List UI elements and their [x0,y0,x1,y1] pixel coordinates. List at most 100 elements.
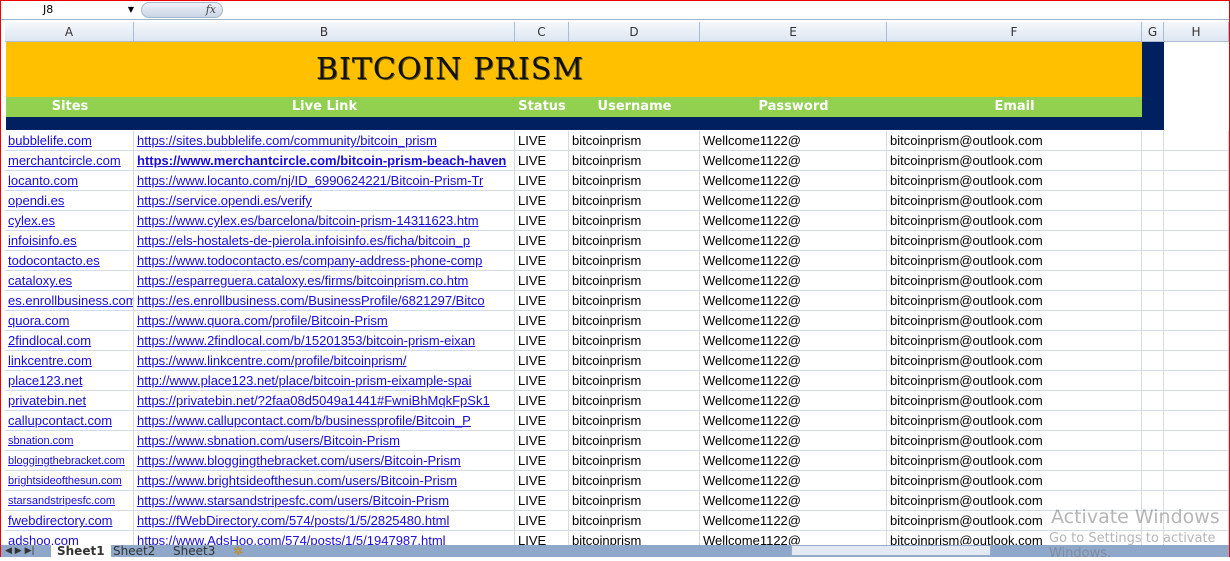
live-link[interactable]: https://sites.bubblelife.com/community/b… [134,131,515,151]
live-link[interactable]: http://www.place123.net/place/bitcoin-pr… [134,371,515,391]
live-link[interactable]: https://es.enrollbusiness.com/BusinessPr… [134,291,515,311]
site-link[interactable]: bloggingthebracket.com [5,451,134,471]
live-link[interactable]: https://www.merchantcircle.com/bitcoin-p… [134,151,515,171]
site-link[interactable]: callupcontact.com [5,411,134,431]
site-link[interactable]: infoisinfo.es [5,231,134,251]
table-row: cataloxy.es https://esparreguera.cataloxy… [5,271,1229,291]
site-link[interactable]: starsandstripesfc.com [5,491,134,511]
cell [1142,331,1164,351]
cell [1142,271,1164,291]
site-link[interactable]: opendi.es [5,191,134,211]
table-row: bubblelife.com https://sites.bubblelife.c… [5,131,1229,151]
username: bitcoinprism [569,291,700,311]
site-link[interactable]: locanto.com [5,171,134,191]
site-link[interactable]: quora.com [5,311,134,331]
live-link[interactable]: https://www.todocontacto.es/company-addr… [134,251,515,271]
status: LIVE [515,291,569,311]
site-link[interactable]: linkcentre.com [5,351,134,371]
column-header-d[interactable]: D [569,22,700,42]
cell [1142,131,1164,151]
username: bitcoinprism [569,231,700,251]
site-link[interactable]: todocontacto.es [5,251,134,271]
status: LIVE [515,331,569,351]
tab-scroll-icons[interactable]: ◀ ▶ ▶| [5,545,35,557]
password: Wellcome1122@ [700,371,887,391]
live-link[interactable]: https://esparreguera.cataloxy.es/firms/b… [134,271,515,291]
table-row: quora.com https://www.quora.com/profile/B… [5,311,1229,331]
column-header-g[interactable]: G [1142,22,1164,42]
email: bitcoinprism@outlook.com [887,251,1142,271]
live-link[interactable]: https://service.opendi.es/verify [134,191,515,211]
status: LIVE [515,411,569,431]
table-row: 2findlocal.com https://www.2findlocal.com… [5,331,1229,351]
column-header-h[interactable]: H [1164,22,1229,42]
site-link[interactable]: bubblelife.com [5,131,134,151]
live-link[interactable]: https://www.sbnation.com/users/Bitcoin-P… [134,431,515,451]
live-link[interactable]: https://www.locanto.com/nj/ID_6990624221… [134,171,515,191]
cell [1164,371,1229,391]
status: LIVE [515,351,569,371]
live-link[interactable]: https://www.quora.com/profile/Bitcoin-Pr… [134,311,515,331]
status: LIVE [515,491,569,511]
insert-sheet-icon[interactable]: ✲ [233,545,243,557]
dropdown-icon[interactable]: ▼ [128,2,134,18]
site-link[interactable]: brightsideofthesun.com [5,471,134,491]
email: bitcoinprism@outlook.com [887,271,1142,291]
live-link[interactable]: https://www.cylex.es/barcelona/bitcoin-p… [134,211,515,231]
status: LIVE [515,471,569,491]
name-box[interactable]: J8 ▼ [3,2,137,18]
site-link[interactable]: privatebin.net [5,391,134,411]
password: Wellcome1122@ [700,451,887,471]
live-link[interactable]: https://www.linkcentre.com/profile/bitco… [134,351,515,371]
email: bitcoinprism@outlook.com [887,231,1142,251]
email: bitcoinprism@outlook.com [887,171,1142,191]
column-header-f[interactable]: F [887,22,1142,42]
username: bitcoinprism [569,191,700,211]
site-link[interactable]: place123.net [5,371,134,391]
title-banner[interactable]: BITCOIN PRISM [6,42,1142,97]
insert-function-button[interactable]: fx [141,2,223,18]
username: bitcoinprism [569,371,700,391]
column-header-e[interactable]: E [700,22,887,42]
username: bitcoinprism [569,251,700,271]
column-header-a[interactable]: A [5,22,134,42]
email: bitcoinprism@outlook.com [887,291,1142,311]
cell [1164,311,1229,331]
live-link[interactable]: https://www.bloggingthebracket.com/users… [134,451,515,471]
data-rows: bubblelife.com https://sites.bubblelife.c… [5,131,1229,551]
username: bitcoinprism [569,331,700,351]
password: Wellcome1122@ [700,351,887,371]
tab-sheet3[interactable]: Sheet3 [173,545,215,557]
password: Wellcome1122@ [700,131,887,151]
username: bitcoinprism [569,451,700,471]
column-header-c[interactable]: C [515,22,569,42]
email: bitcoinprism@outlook.com [887,351,1142,371]
tab-sheet2[interactable]: Sheet2 [113,545,155,557]
site-link[interactable]: 2findlocal.com [5,331,134,351]
tab-sheet1[interactable]: Sheet1 [51,545,111,557]
username: bitcoinprism [569,491,700,511]
email: bitcoinprism@outlook.com [887,411,1142,431]
live-link[interactable]: https://fWebDirectory.com/574/posts/1/5/… [134,511,515,531]
email: bitcoinprism@outlook.com [887,151,1142,171]
site-link[interactable]: cylex.es [5,211,134,231]
live-link[interactable]: https://els-hostalets-de-pierola.infoisi… [134,231,515,251]
site-link[interactable]: es.enrollbusiness.com [5,291,134,311]
status: LIVE [515,131,569,151]
live-link[interactable]: https://www.2findlocal.com/b/15201353/bi… [134,331,515,351]
site-link[interactable]: sbnation.com [5,431,134,451]
live-link[interactable]: https://www.brightsideofthesun.com/users… [134,471,515,491]
column-header-b[interactable]: B [134,22,515,42]
live-link[interactable]: https://privatebin.net/?2faa08d5049a1441… [134,391,515,411]
status: LIVE [515,251,569,271]
site-link[interactable]: merchantcircle.com [5,151,134,171]
table-row: callupcontact.com https://www.callupconta… [5,411,1229,431]
site-link[interactable]: fwebdirectory.com [5,511,134,531]
site-link[interactable]: cataloxy.es [5,271,134,291]
password: Wellcome1122@ [700,331,887,351]
live-link[interactable]: https://www.starsandstripesfc.com/users/… [134,491,515,511]
live-link[interactable]: https://www.callupcontact.com/b/business… [134,411,515,431]
table-row: privatebin.net https://privatebin.net/?2f… [5,391,1229,411]
header-live-link: Live Link [291,99,358,114]
horizontal-scrollbar[interactable] [791,545,991,556]
